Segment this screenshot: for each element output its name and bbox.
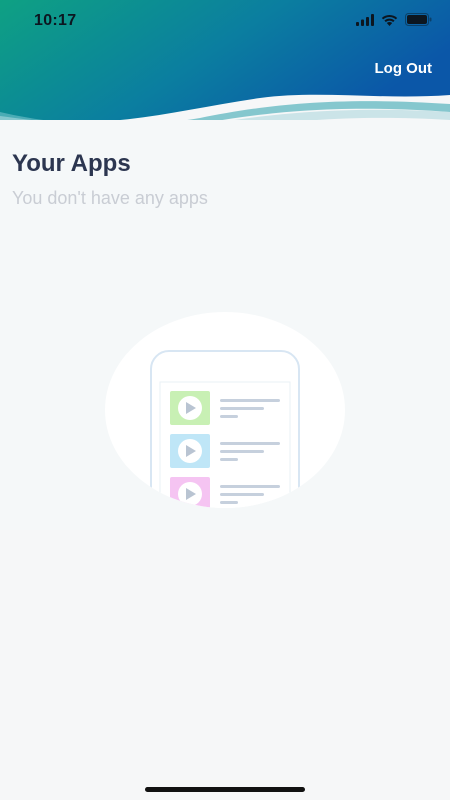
wifi-icon <box>381 13 398 31</box>
status-icons <box>356 13 432 31</box>
status-bar: 10:17 <box>0 0 450 44</box>
logout-button[interactable]: Log Out <box>375 60 432 77</box>
battery-icon <box>405 13 432 31</box>
empty-state-message: You don't have any apps <box>12 188 208 208</box>
empty-apps-illustration <box>104 310 348 510</box>
status-time: 10:17 <box>34 12 77 29</box>
home-indicator[interactable] <box>145 787 305 792</box>
signal-icon <box>356 13 374 31</box>
page-title: Your Apps <box>12 150 131 177</box>
